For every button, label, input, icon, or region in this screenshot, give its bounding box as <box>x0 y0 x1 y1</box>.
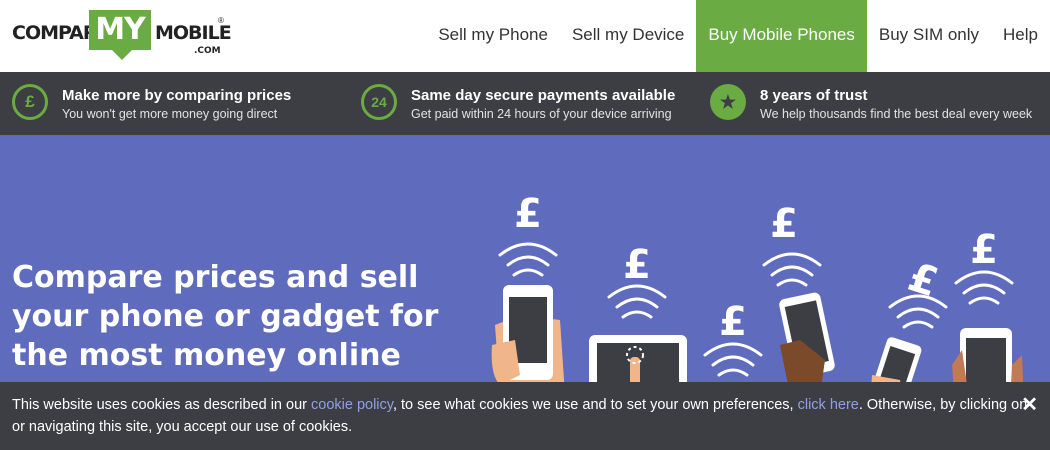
cookie-preferences-link[interactable]: click here <box>798 397 859 413</box>
nav-buy-mobile-phones[interactable]: Buy Mobile Phones <box>696 0 867 72</box>
pound-icon: £ <box>770 201 798 247</box>
signal-waves-icon <box>703 342 763 377</box>
phone-in-hand-illustration <box>491 285 565 395</box>
usp-subtitle: You won't get more money going direct <box>62 107 278 121</box>
star-icon: ★ <box>710 84 746 120</box>
pound-circle-icon: £ <box>12 84 48 120</box>
signal-waves-icon <box>607 284 667 319</box>
phone-in-hand-illustration <box>779 292 835 395</box>
cookie-text: , to see what cookies we use and to set … <box>392 397 798 413</box>
pound-icon: £ <box>719 299 747 345</box>
logo-tld: .COM <box>194 46 221 56</box>
nav-buy-sim-only[interactable]: Buy SIM only <box>867 0 991 72</box>
pound-icon: £ <box>970 227 998 273</box>
usp-subtitle: Get paid within 24 hours of your device … <box>411 107 672 121</box>
pound-icon: £ <box>903 254 944 306</box>
site-logo[interactable]: COMPARE MY MOBILE ® .COM <box>12 10 232 62</box>
cookie-message: This website uses cookies as described i… <box>12 394 1032 438</box>
cookie-text: This website uses cookies as described i… <box>12 397 312 413</box>
close-icon[interactable]: ✕ <box>1021 392 1038 417</box>
logo-word-my: MY <box>89 10 151 50</box>
cookie-banner: This website uses cookies as described i… <box>0 382 1050 450</box>
usp-title: Make more by comparing prices <box>62 87 292 104</box>
logo-speech-tail <box>112 50 132 60</box>
pound-icon: £ <box>623 242 651 288</box>
signal-waves-icon <box>954 270 1014 305</box>
logo-word-mobile: MOBILE <box>155 22 232 44</box>
usp-subtitle: We help thousands find the best deal eve… <box>760 107 1033 121</box>
main-nav: Sell my Phone Sell my Device Buy Mobile … <box>426 0 1050 72</box>
signal-waves-icon <box>498 242 558 277</box>
24-hour-icon: 24 <box>361 84 397 120</box>
site-header: COMPARE MY MOBILE ® .COM Sell my Phone S… <box>0 0 1050 72</box>
nav-sell-my-device[interactable]: Sell my Device <box>560 0 696 72</box>
logo-registered-mark: ® <box>218 16 224 25</box>
cookie-policy-link[interactable]: cookie policy <box>311 397 393 413</box>
nav-help[interactable]: Help <box>991 0 1050 72</box>
signal-waves-icon <box>762 252 822 287</box>
usp-strip: £ Make more by comparing prices You won'… <box>0 72 1050 135</box>
usp-title: Same day secure payments available <box>411 87 676 104</box>
nav-sell-my-phone[interactable]: Sell my Phone <box>426 0 560 72</box>
usp-title: 8 years of trust <box>760 87 868 104</box>
pound-icon: £ <box>514 191 542 237</box>
